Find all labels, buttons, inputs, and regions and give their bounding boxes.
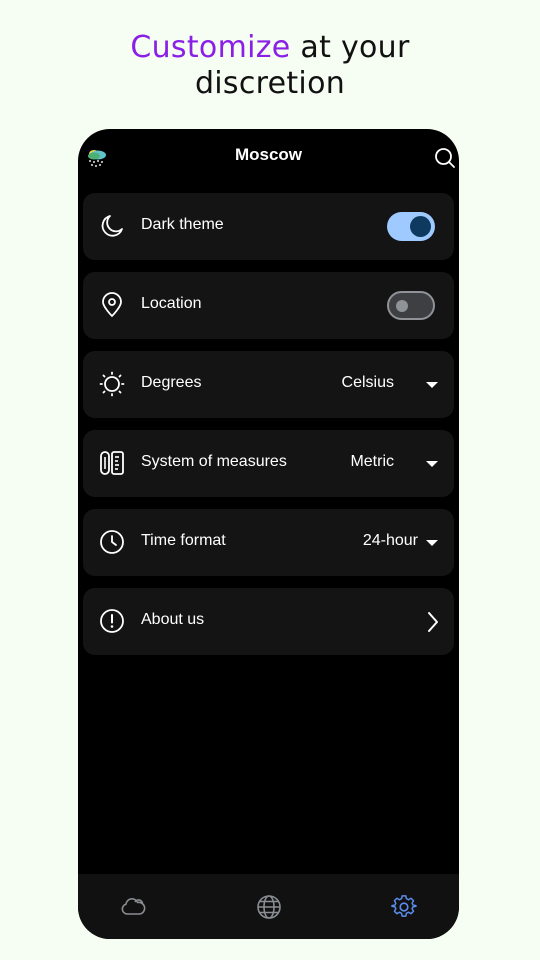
time-format-value: 24-hour [362,532,418,549]
toggle-knob [396,300,408,312]
settings-gear-icon[interactable] [391,894,417,920]
measures-label: System of measures [141,453,287,470]
location-label: Location [141,295,202,312]
headline-accent: Customize [130,30,291,65]
city-title: Moscow [234,145,303,164]
bottom-navigation [78,874,459,939]
setting-dark-theme[interactable]: Dark theme [83,193,454,260]
location-toggle[interactable] [387,291,435,320]
search-icon[interactable] [433,146,457,170]
dropdown-caret-icon [426,461,438,467]
time-format-label: Time format [141,532,226,549]
headline-rest: at your [290,30,410,65]
headline-line2: discretion [194,66,346,101]
setting-degrees[interactable]: Degrees Celsius [83,351,454,418]
setting-about-us[interactable]: About us [83,588,454,655]
toggle-knob [410,216,431,237]
dark-theme-label: Dark theme [141,216,224,233]
chevron-right-icon [428,612,438,632]
ruler-icon [100,451,124,475]
degrees-label: Degrees [141,374,202,391]
globe-icon[interactable] [256,894,282,920]
setting-location[interactable]: Location [83,272,454,339]
degrees-value: Celsius [341,374,394,391]
location-pin-icon [102,292,122,317]
about-us-label: About us [141,611,205,628]
headline: Customize at your discretion [0,30,540,102]
moon-icon [101,215,123,237]
clock-icon [100,530,124,554]
dropdown-caret-icon [426,540,438,546]
phone-screen: Moscow Dark theme Location Degrees Celsi… [78,129,459,939]
info-icon [100,609,124,633]
top-bar: Moscow [78,129,459,185]
measures-value: Metric [350,453,394,470]
sun-icon [99,371,125,397]
setting-measures[interactable]: System of measures Metric [83,430,454,497]
weather-cloud-icon[interactable] [120,894,146,920]
dropdown-caret-icon [426,382,438,388]
setting-time-format[interactable]: Time format 24-hour [83,509,454,576]
dark-theme-toggle[interactable] [387,212,435,241]
